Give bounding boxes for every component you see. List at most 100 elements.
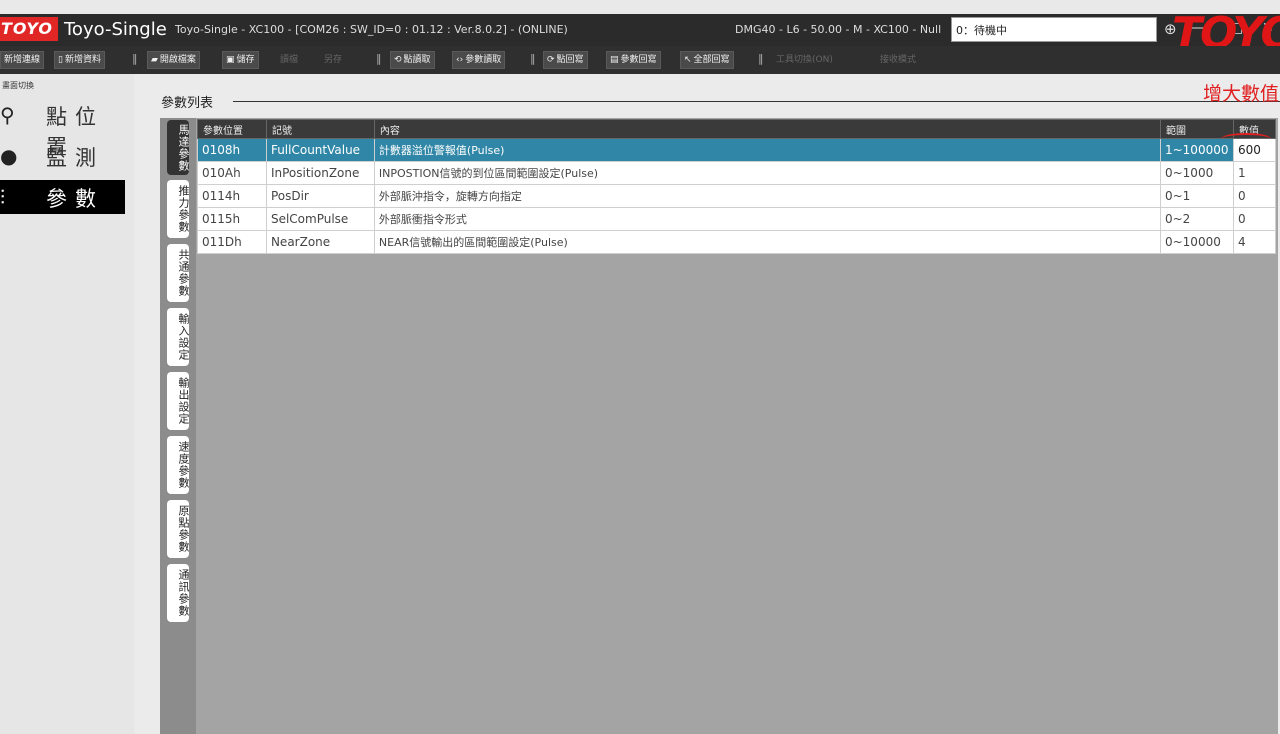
- app-window: TOYO Toyo-Single Toyo-Single - XC100 - […: [0, 0, 1280, 734]
- column-header-address[interactable]: 參數位置: [197, 119, 267, 139]
- disabled-read-file-button[interactable]: 讀檔: [276, 51, 302, 69]
- toyo-logo: TOYO: [0, 17, 58, 41]
- parameter-table: 參數位置 記號 內容 範圍 數值 0108h FullCountValue 計數…: [197, 119, 1277, 254]
- cell-range: 0~1: [1159, 184, 1234, 208]
- save-label: 儲存: [236, 55, 255, 65]
- param-read-label: 參數讀取: [465, 55, 502, 65]
- app-title: Toyo-Single: [64, 19, 167, 40]
- point-read-label: 點讀取: [403, 55, 431, 65]
- new-connection-label: 新增連線: [4, 55, 41, 65]
- new-connection-button[interactable]: 新增連線: [0, 51, 45, 69]
- point-read-button[interactable]: ⟲ 點讀取: [390, 51, 435, 69]
- point-read-icon: ⟲: [394, 55, 402, 65]
- cell-symbol: PosDir: [265, 184, 375, 208]
- tab-output-settings[interactable]: 輸出設定: [167, 372, 190, 430]
- cell-range: 0~1000: [1159, 161, 1234, 185]
- table-row[interactable]: 0108h FullCountValue 計數器溢位警報值(Pulse) 1~1…: [197, 138, 1277, 162]
- cell-range: 0~2: [1159, 207, 1234, 231]
- sliders-icon: ⫶: [0, 185, 5, 209]
- nav-item-monitor[interactable]: ● 監測: [0, 139, 125, 173]
- param-write-button[interactable]: ▤ 參數回寫: [606, 51, 661, 69]
- write-all-label: 全部回寫: [693, 55, 730, 65]
- monitor-icon: ●: [0, 144, 18, 168]
- cell-symbol: FullCountValue: [265, 138, 375, 162]
- connection-info: Toyo-Single - XC100 - [COM26 : SW_ID=0 :…: [175, 23, 568, 36]
- cell-symbol: NearZone: [265, 230, 375, 254]
- nav-item-label: 參數: [46, 187, 104, 211]
- tab-home-params[interactable]: 原點參數: [167, 500, 190, 558]
- cell-address: 010Ah: [197, 161, 267, 185]
- disabled-read-file-label: 讀檔: [280, 55, 299, 65]
- param-read-icon: ‹›: [456, 55, 464, 65]
- cell-symbol: SelComPulse: [265, 207, 375, 231]
- nav-item-label: 監測: [46, 146, 104, 170]
- nav-item-parameters[interactable]: ⫶ 參數: [0, 180, 125, 214]
- cell-value[interactable]: 1: [1232, 161, 1277, 185]
- param-read-button[interactable]: ‹› 參數讀取: [452, 51, 506, 69]
- write-all-icon: ↖: [684, 55, 692, 65]
- cell-value[interactable]: 4: [1232, 230, 1277, 254]
- table-row[interactable]: 010Ah InPositionZone INPOSTION信號的到位區間範圍設…: [197, 161, 1277, 185]
- red-annotation-mark: [1221, 133, 1271, 145]
- tab-common-params[interactable]: 共通參數: [167, 244, 190, 302]
- new-data-label: 新增資料: [64, 55, 101, 65]
- cell-content: 計數器溢位警報值(Pulse): [373, 138, 1161, 162]
- main-panel: 參數列表 增大數值 馬達參數 推力參數 共通參數 輸入設定 輸出設定 速度參數 …: [134, 74, 1280, 734]
- title-bar: TOYO Toyo-Single Toyo-Single - XC100 - […: [0, 8, 1280, 59]
- cell-address: 0115h: [197, 207, 267, 231]
- disabled-save-as-label: 另存: [324, 55, 343, 65]
- cell-content: 外部脈沖指令，旋轉方向指定: [373, 184, 1161, 208]
- nav-caption: 畫面切換: [2, 81, 34, 90]
- write-all-button[interactable]: ↖ 全部回寫: [680, 51, 734, 69]
- tab-speed-params[interactable]: 速度參數: [167, 436, 190, 494]
- disabled-tool-switch-label: 工具切換(ON): [776, 55, 833, 65]
- disabled-receive-mode-label: 接收模式: [880, 55, 917, 65]
- parameter-category-tabs: 馬達參數 推力參數 共通參數 輸入設定 輸出設定 速度參數 原點參數 通訊參數: [160, 118, 196, 734]
- cell-content: NEAR信號輸出的區間範圍設定(Pulse): [373, 230, 1161, 254]
- save-button[interactable]: ▣ 儲存: [222, 51, 259, 69]
- document-icon: ▯: [58, 55, 63, 65]
- cell-value[interactable]: 0: [1232, 184, 1277, 208]
- cell-symbol: InPositionZone: [265, 161, 375, 185]
- toolbar-separator: ‖: [376, 52, 382, 65]
- column-header-content[interactable]: 內容: [373, 119, 1161, 139]
- tab-comm-params[interactable]: 通訊參數: [167, 564, 190, 622]
- table-row[interactable]: 0115h SelComPulse 外部脈衝指令形式 0~2 0: [197, 207, 1277, 231]
- table-row[interactable]: 0114h PosDir 外部脈沖指令，旋轉方向指定 0~1 0: [197, 184, 1277, 208]
- disabled-receive-mode-button[interactable]: 接收模式: [876, 51, 920, 69]
- toolbar-separator: ‖: [132, 52, 138, 65]
- table-row[interactable]: 011Dh NearZone NEAR信號輸出的區間範圍設定(Pulse) 0~…: [197, 230, 1277, 254]
- section-title: 參數列表: [161, 96, 214, 111]
- cell-address: 011Dh: [197, 230, 267, 254]
- model-info: DMG40 - L6 - 50.00 - M - XC100 - Null: [735, 23, 942, 36]
- toolbar-separator: ‖: [758, 52, 764, 65]
- folder-icon: ▰: [151, 55, 158, 65]
- new-data-button[interactable]: ▯ 新增資料: [54, 51, 105, 69]
- cell-address: 0108h: [197, 138, 267, 162]
- map-pin-icon: ⚲: [0, 103, 15, 127]
- point-write-label: 點回寫: [556, 55, 584, 65]
- nav-item-points[interactable]: ⚲ 點位置: [0, 98, 125, 159]
- cell-value[interactable]: 0: [1232, 207, 1277, 231]
- disabled-tool-switch-button[interactable]: 工具切換(ON): [772, 51, 837, 69]
- point-write-button[interactable]: ⟳ 點回寫: [543, 51, 588, 69]
- open-file-button[interactable]: ▰ 開啟檔案: [147, 51, 200, 69]
- toolbar-separator: ‖: [530, 52, 536, 65]
- toolbar: 新增連線 ▯ 新增資料 ‖ ▰ 開啟檔案 ▣ 儲存 讀檔 另存 ‖ ⟲ 點讀取 ‹› 參數…: [0, 46, 1280, 74]
- section-divider: [233, 101, 1280, 102]
- tab-input-settings[interactable]: 輸入設定: [167, 308, 190, 366]
- parameter-table-area: 參數位置 記號 內容 範圍 數值 0108h FullCountValue 計數…: [196, 118, 1278, 734]
- param-write-icon: ▤: [610, 55, 619, 65]
- tab-motor-params[interactable]: 馬達參數: [167, 120, 190, 175]
- tab-thrust-params[interactable]: 推力參數: [167, 180, 190, 238]
- column-header-symbol[interactable]: 記號: [265, 119, 375, 139]
- screen-switch-nav: 畫面切換 ⚲ 點位置 ● 監測 ⫶ 參數: [0, 74, 134, 734]
- table-header-row: 參數位置 記號 內容 範圍 數值: [197, 119, 1277, 139]
- open-file-label: 開啟檔案: [159, 55, 196, 65]
- annotation-text: 增大數值: [1203, 83, 1280, 105]
- point-write-icon: ⟳: [547, 55, 555, 65]
- save-icon: ▣: [226, 55, 235, 65]
- status-field[interactable]: [951, 17, 1157, 42]
- disabled-save-as-button[interactable]: 另存: [320, 51, 346, 69]
- param-write-label: 參數回寫: [620, 55, 657, 65]
